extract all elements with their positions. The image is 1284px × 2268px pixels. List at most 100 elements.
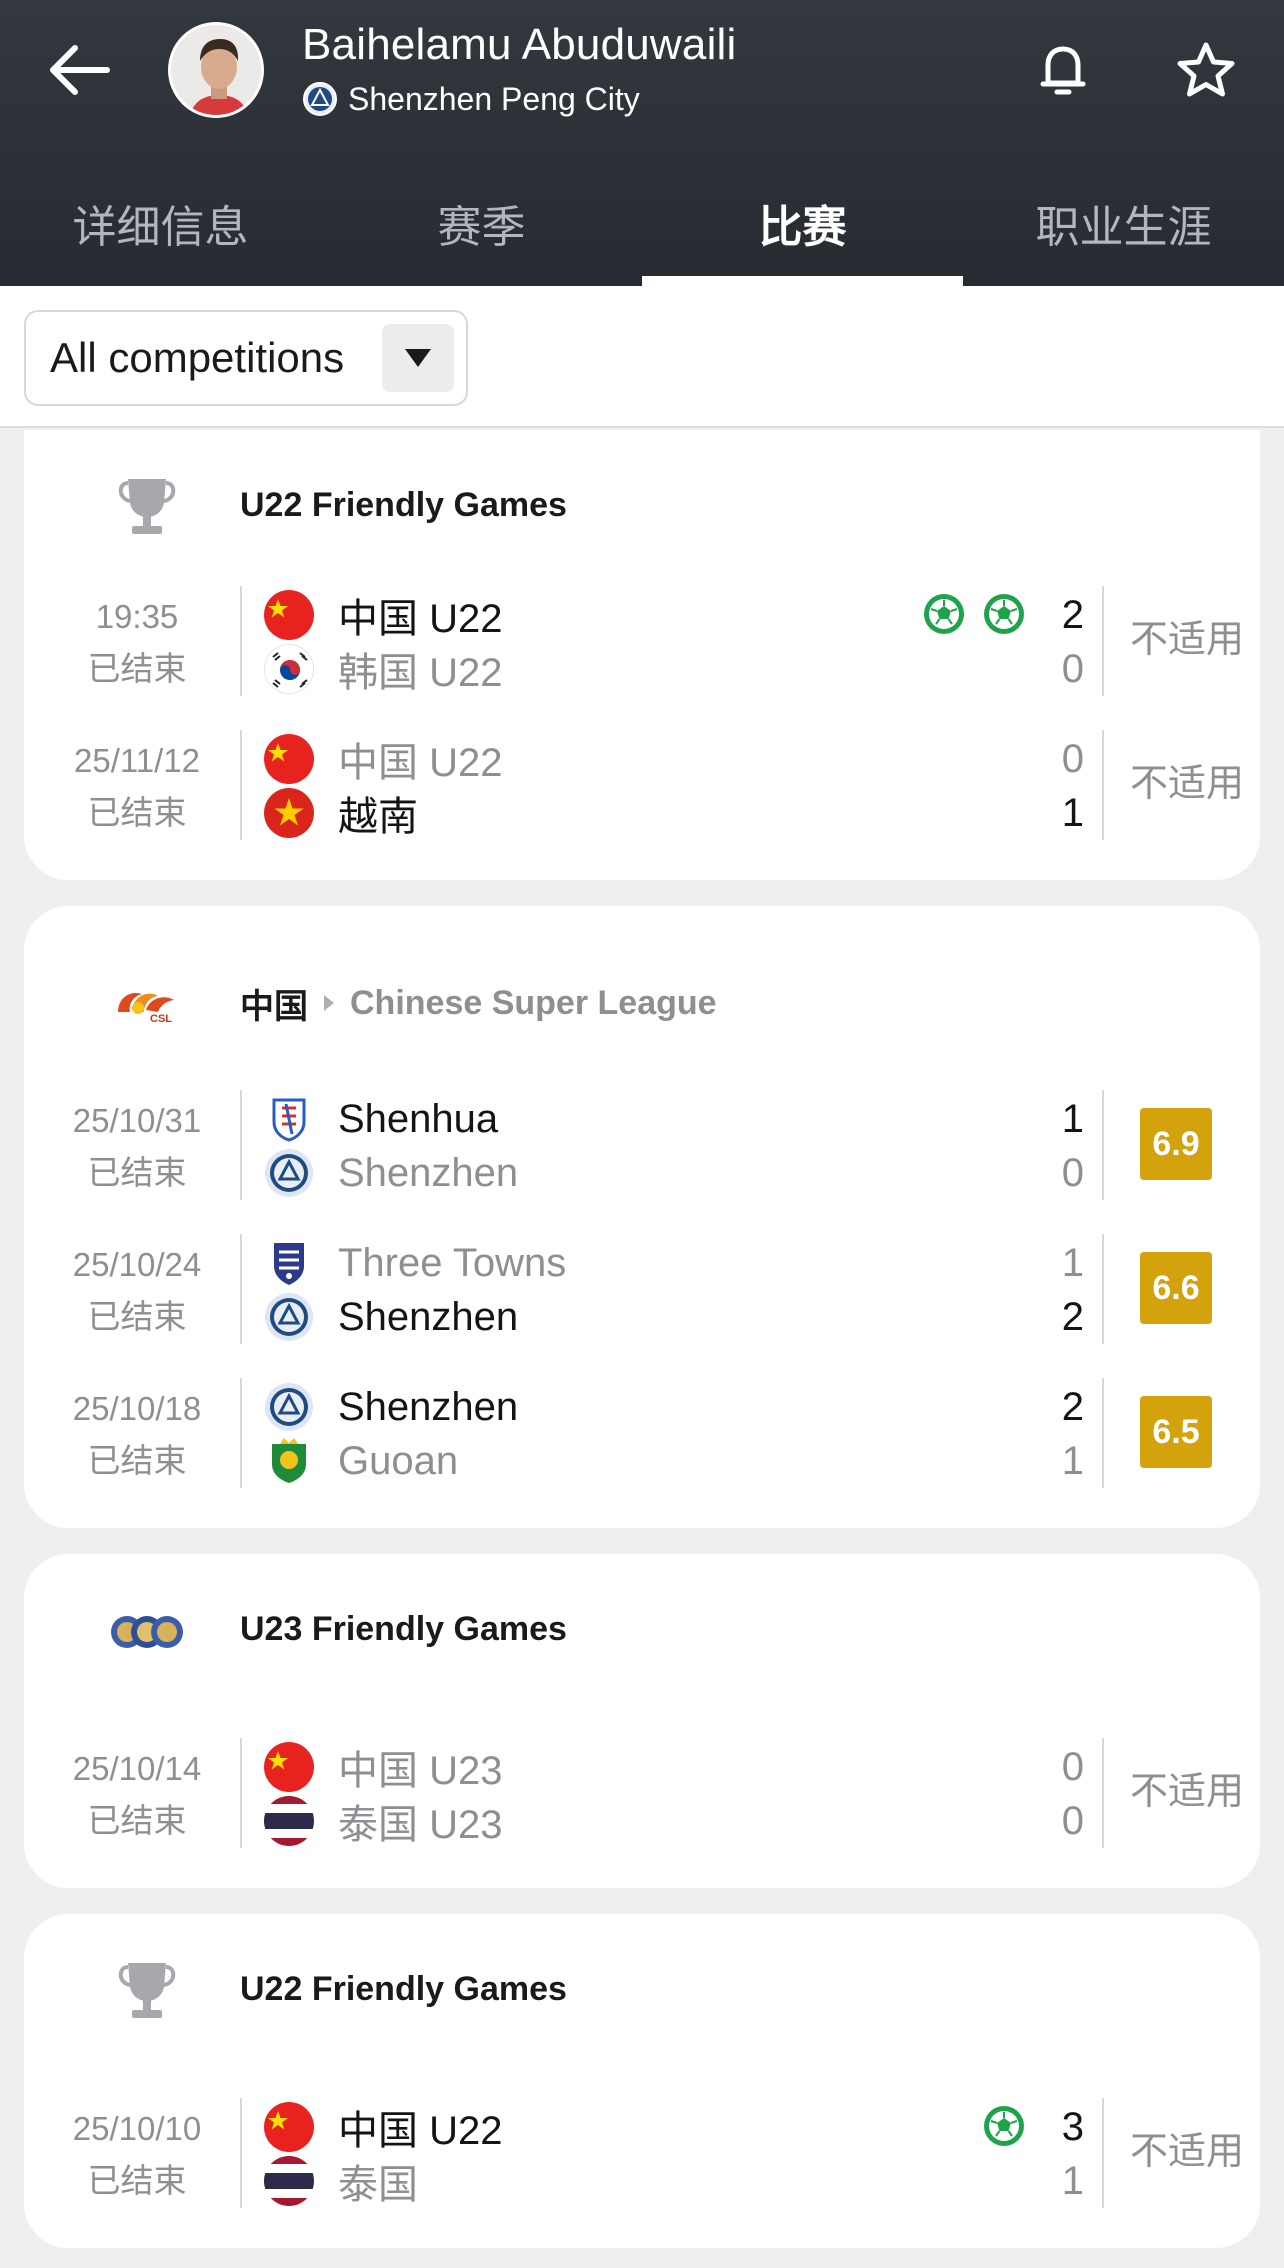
divider [240, 586, 242, 696]
home-score: 1 [1061, 1097, 1084, 1141]
away-team: 泰国 [264, 2154, 418, 2208]
balls-icon [111, 1616, 183, 1648]
korea-flag-icon [264, 644, 314, 694]
match-date: 25/10/18 [72, 1390, 202, 1427]
shenzhen-crest-icon [303, 82, 337, 116]
home-score: 0 [1061, 1745, 1084, 1789]
team-name: 中国 U22 [338, 597, 503, 641]
match-row[interactable]: 25/10/24 已结束 Three Towns Shenzhen 1 2 6.… [24, 1234, 1260, 1344]
shenzhen-crest-icon [264, 1292, 314, 1342]
match-date: 25/11/12 [73, 742, 200, 779]
trophy-icon [118, 1963, 176, 2018]
divider [1102, 1378, 1104, 1488]
competition-name: U22 Friendly Games [240, 485, 567, 524]
match-status: 已结束 [87, 1154, 187, 1191]
bell-icon [1040, 46, 1086, 95]
tab-career[interactable]: 职业生涯 [963, 160, 1284, 286]
away-score: 1 [1061, 2159, 1084, 2203]
match-date: 19:35 [95, 598, 179, 635]
goal-markers [982, 2104, 1026, 2150]
rating-not-available: 不适用 [1129, 2131, 1244, 2173]
competition-icon: CSL [92, 964, 202, 1044]
home-score: 2 [1061, 593, 1084, 637]
away-score: 0 [1061, 1799, 1084, 1843]
vietnam-flag-icon [264, 788, 314, 838]
home-score: 1 [1061, 1241, 1084, 1285]
competition-name: U23 Friendly Games [240, 1609, 567, 1648]
home-team: 中国 U22 [264, 2100, 503, 2154]
competition-icon [92, 1590, 202, 1670]
team-name: 泰国 [338, 2163, 418, 2207]
notification-button[interactable] [1032, 36, 1094, 104]
competition-name: U22 Friendly Games [240, 1969, 567, 2008]
team-name: Shenzhen [338, 1150, 519, 1195]
shenzhen-crest-icon [264, 1382, 314, 1432]
divider [1102, 730, 1104, 840]
match-row[interactable]: 25/10/31 已结束 Shenhua Shenzhen 1 0 6.9 [24, 1090, 1260, 1200]
three-towns-crest-icon [264, 1238, 314, 1288]
player-rating-badge: 6.9 [1140, 1108, 1212, 1180]
back-button[interactable] [38, 38, 118, 102]
competition-icon [92, 1950, 202, 2030]
competition-title[interactable]: 中国 Chinese Super League [240, 978, 717, 1028]
team-name: Shenzhen [338, 1384, 519, 1429]
away-score: 1 [1061, 791, 1084, 835]
competition-dropdown[interactable]: All competitions [24, 310, 468, 406]
competition-title[interactable]: U22 Friendly Games [240, 1964, 567, 2014]
tab-season[interactable]: 赛季 [321, 160, 642, 286]
team-name: 韩国 U22 [338, 651, 503, 695]
team-link[interactable]: Shenzhen Peng City [302, 78, 640, 120]
match-row[interactable]: 25/10/18 已结束 Shenzhen Guoan 2 1 6.5 [24, 1378, 1260, 1488]
match-row[interactable]: 25/11/12 已结束 中国 U22 越南 0 1 不适用 [24, 730, 1260, 840]
away-score: 0 [1061, 1151, 1084, 1195]
star-icon [1177, 42, 1235, 97]
player-header: Baihelamu Abuduwaili Shenzhen Peng City … [0, 0, 1284, 286]
away-score: 2 [1061, 1295, 1084, 1339]
away-team: Shenzhen [264, 1146, 518, 1200]
competition-card: U23 Friendly Games 25/10/14 已结束 中国 U23 泰… [24, 1554, 1260, 1888]
dropdown-arrow[interactable] [382, 324, 454, 392]
filter-bar: All competitions [0, 286, 1284, 428]
competition-card: U22 Friendly Games 25/10/10 已结束 中国 U22 泰… [24, 1914, 1260, 2248]
goal-markers [922, 592, 1026, 638]
match-date: 25/10/24 [72, 1246, 202, 1283]
team-name: Shenzhen Peng City [348, 80, 640, 117]
team-name: Three Towns [338, 1240, 567, 1285]
competition-icon [92, 466, 202, 546]
divider [1102, 586, 1104, 696]
divider [240, 1738, 242, 1848]
goal-ball-icon [984, 2106, 1024, 2146]
china-flag-icon [264, 590, 314, 640]
away-team: Shenzhen [264, 1290, 518, 1344]
rating-not-available: 不适用 [1129, 619, 1244, 661]
home-team: Shenhua [264, 1092, 498, 1146]
divider [1102, 1738, 1104, 1848]
competition-title[interactable]: U22 Friendly Games [240, 480, 567, 530]
competition-card: CSL 中国 Chinese Super League 25/10/31 已结束… [24, 906, 1260, 1528]
home-score: 3 [1061, 2105, 1084, 2149]
competition-title[interactable]: U23 Friendly Games [240, 1604, 567, 1654]
favorite-button[interactable] [1172, 36, 1240, 104]
home-team: 中国 U23 [264, 1740, 503, 1794]
match-status: 已结束 [87, 1442, 187, 1479]
tab-bar: 详细信息 赛季 比赛 职业生涯 [0, 160, 1284, 286]
match-row[interactable]: 25/10/10 已结束 中国 U22 泰国 3 1 不适用 [24, 2098, 1260, 2208]
divider [240, 1090, 242, 1200]
goal-ball-icon [924, 594, 964, 634]
match-row[interactable]: 19:35 已结束 中国 U22 韩国 U22 2 0 不适用 [24, 586, 1260, 696]
divider [1102, 1090, 1104, 1200]
away-score: 1 [1061, 1439, 1084, 1483]
competition-country: 中国 [240, 987, 308, 1026]
away-team: Guoan [264, 1434, 458, 1488]
tab-details[interactable]: 详细信息 [0, 160, 321, 286]
match-row[interactable]: 25/10/14 已结束 中国 U23 泰国 U23 0 0 不适用 [24, 1738, 1260, 1848]
triangle-down-icon [405, 349, 431, 367]
away-team: 泰国 U23 [264, 1794, 503, 1848]
match-status: 已结束 [87, 1802, 187, 1839]
team-name: Guoan [338, 1438, 459, 1483]
competition-dropdown-label: All competitions [50, 334, 345, 381]
svg-text:CSL: CSL [150, 1013, 172, 1025]
team-name: 中国 U22 [338, 2109, 503, 2153]
tab-matches[interactable]: 比赛 [642, 160, 963, 286]
player-rating-badge: 6.5 [1140, 1396, 1212, 1468]
